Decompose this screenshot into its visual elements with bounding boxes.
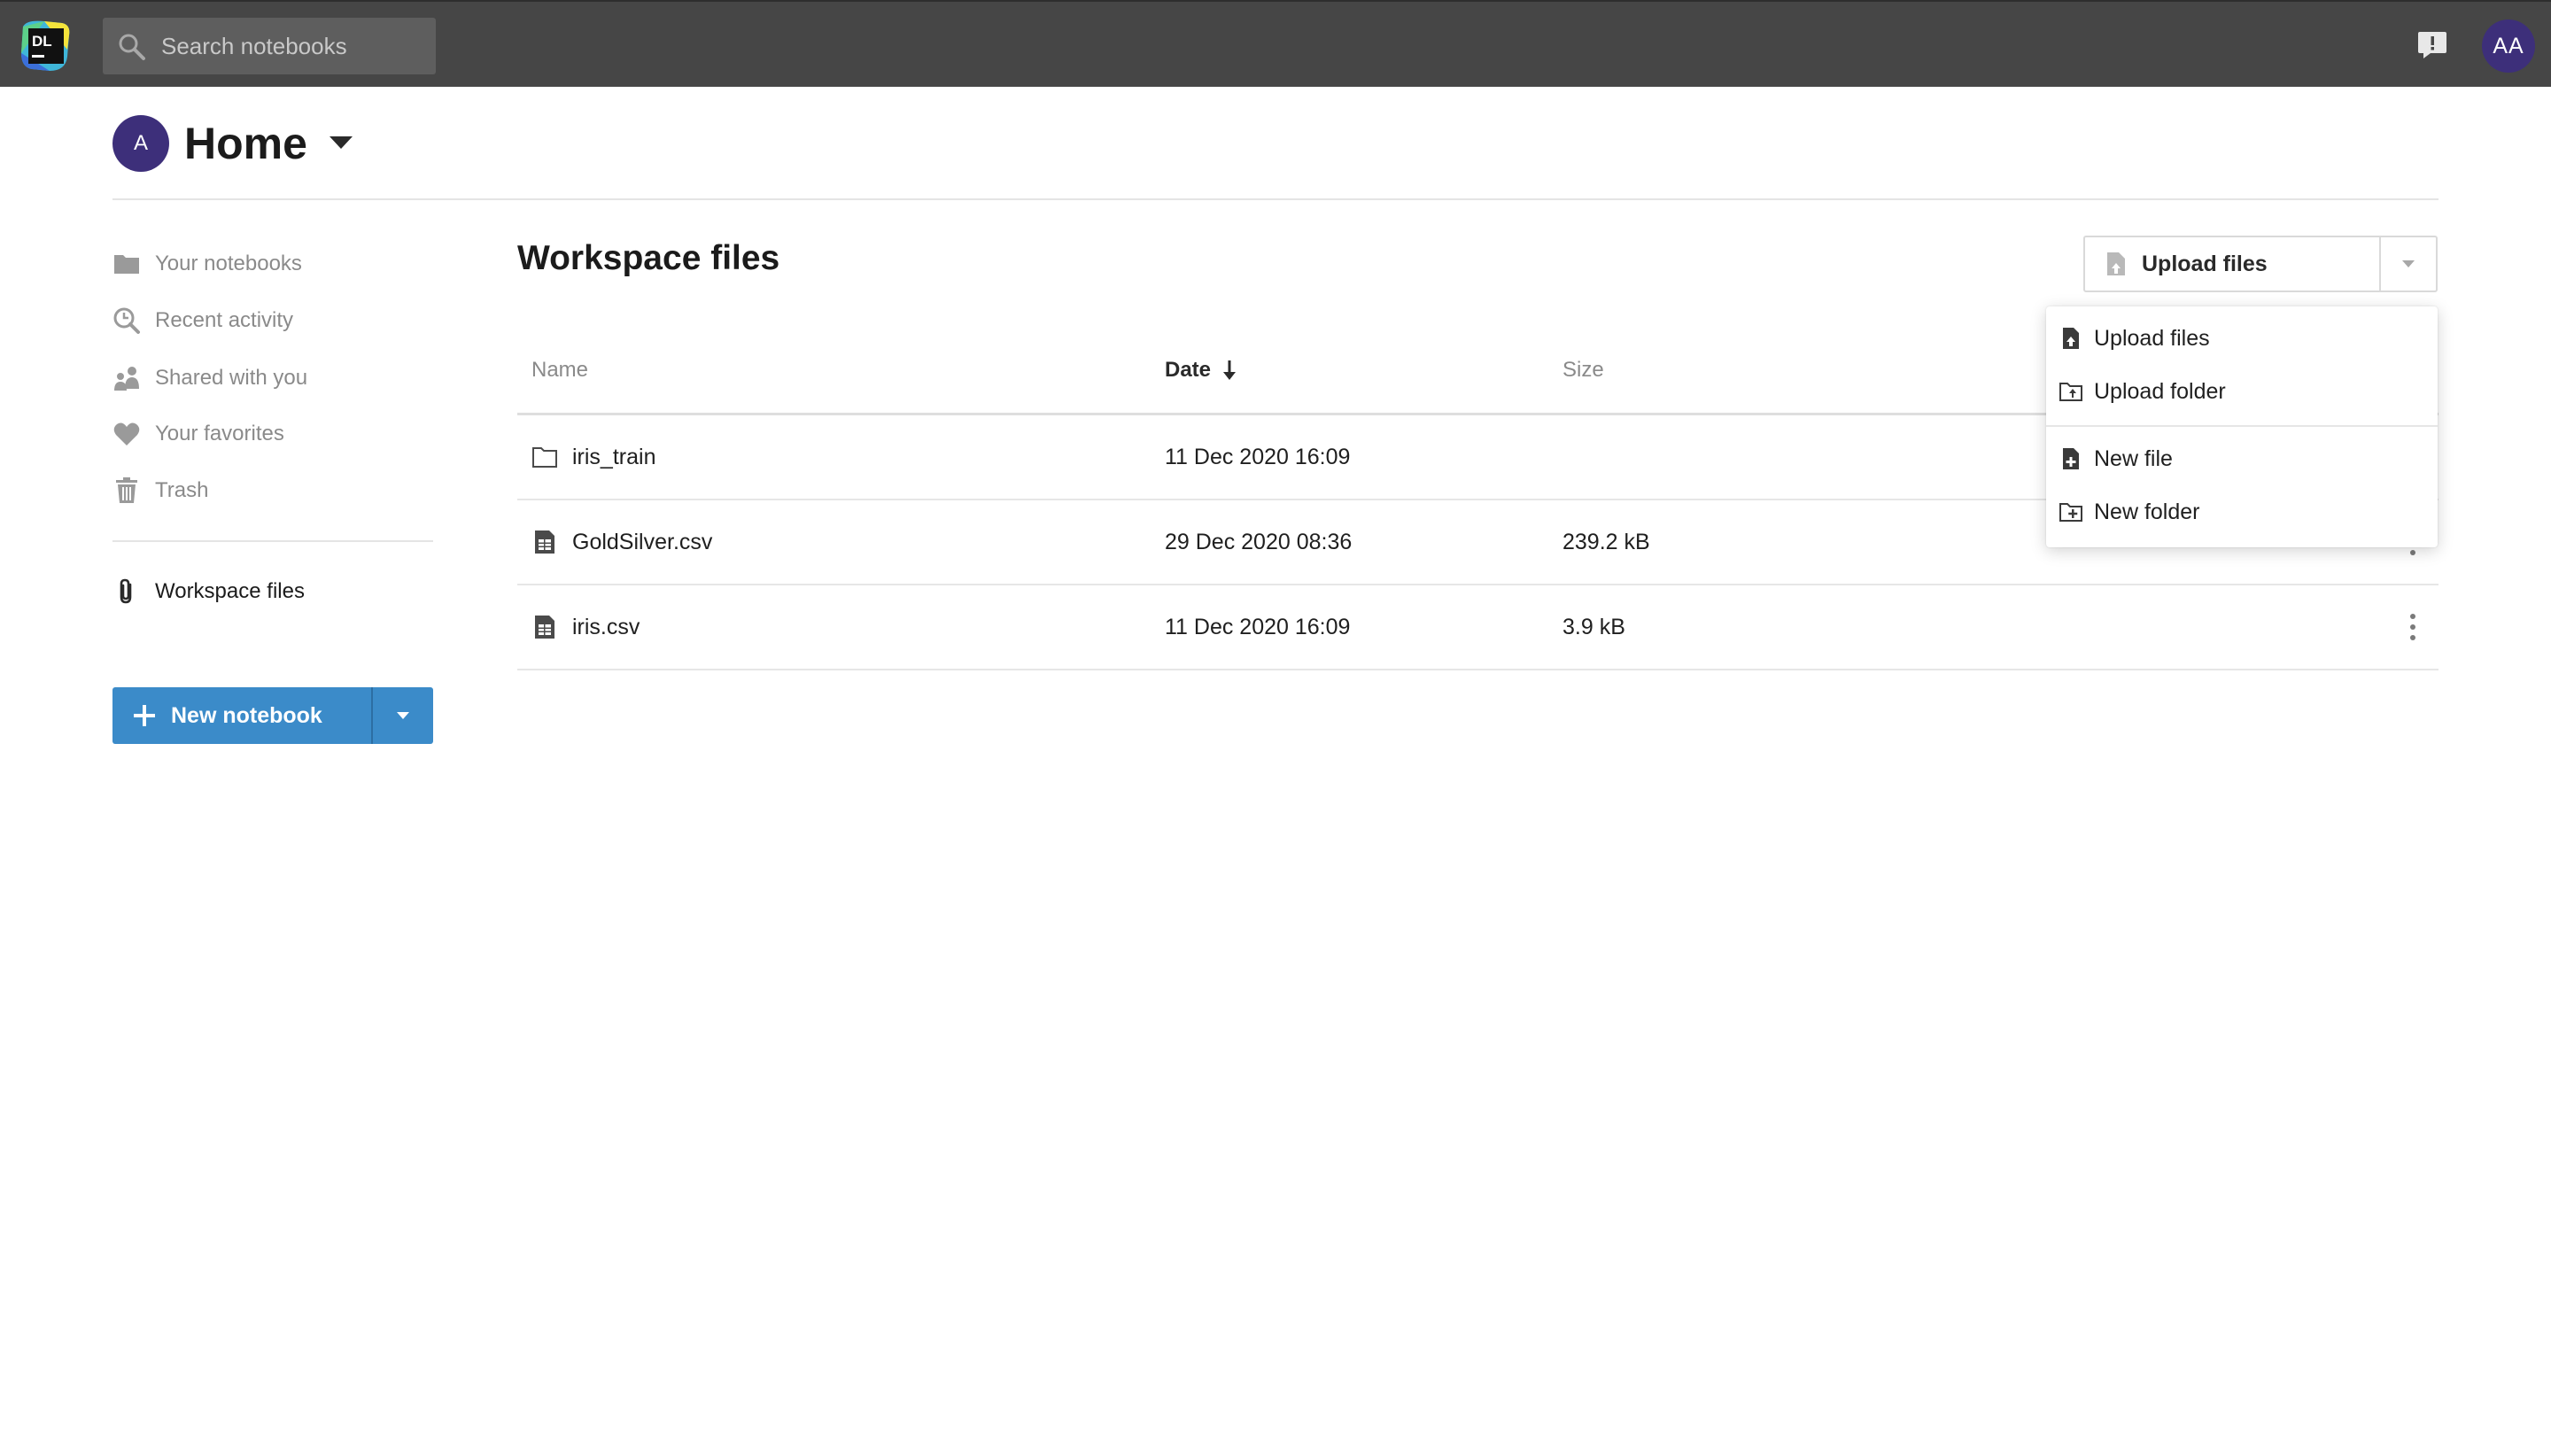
csv-file-icon <box>535 531 554 554</box>
upload-dropdown-button[interactable] <box>2381 237 2436 290</box>
menu-item-label: Upload files <box>2094 325 2210 351</box>
upload-files-button[interactable]: Upload files <box>2085 237 2379 290</box>
upload-file-icon <box>2063 328 2079 349</box>
folder-icon <box>114 255 139 274</box>
file-name: iris_train <box>572 445 656 469</box>
menu-item-label: Upload folder <box>2094 378 2226 404</box>
menu-item-label: New folder <box>2094 499 2200 524</box>
sidebar-item-your-favorites[interactable]: Your favorites <box>112 414 284 453</box>
file-size: 239.2 kB <box>1562 530 1650 554</box>
file-name-cell[interactable]: iris_train <box>531 415 655 499</box>
datalore-logo[interactable]: DL <box>18 18 74 74</box>
table-row[interactable]: iris.csv 11 Dec 2020 16:09 3.9 kB <box>517 585 2439 670</box>
sidebar-item-label: Shared with you <box>155 366 308 390</box>
new-notebook-label: New notebook <box>171 702 322 728</box>
people-icon <box>114 367 139 391</box>
menu-divider <box>2046 425 2438 427</box>
chevron-down-icon[interactable] <box>328 133 354 152</box>
search-input[interactable] <box>161 18 427 74</box>
file-name-cell[interactable]: iris.csv <box>531 585 640 669</box>
sidebar-item-label: Trash <box>155 478 209 502</box>
clock-search-icon <box>113 307 140 334</box>
logo-text: DL <box>32 33 52 50</box>
new-file-icon <box>2063 448 2079 469</box>
more-options-icon[interactable] <box>2399 612 2427 642</box>
sidebar-item-shared-with-you[interactable]: Shared with you <box>112 359 307 398</box>
menu-item-label: New file <box>2094 445 2173 471</box>
trash-icon <box>116 477 137 503</box>
file-size: 3.9 kB <box>1562 615 1625 639</box>
sidebar-item-label: Your favorites <box>155 422 284 445</box>
paperclip-icon <box>120 578 132 604</box>
menu-item-upload-files[interactable]: Upload files <box>2046 314 2438 363</box>
column-header-size[interactable]: Size <box>1562 354 1604 386</box>
header-divider <box>112 198 2439 200</box>
file-name-cell[interactable]: GoldSilver.csv <box>531 500 712 584</box>
file-date: 29 Dec 2020 08:36 <box>1165 530 1353 554</box>
column-header-date-label: Date <box>1165 358 1212 382</box>
search-box[interactable] <box>103 18 436 74</box>
sidebar-item-workspace-files[interactable]: Workspace files <box>112 572 305 611</box>
caret-down-icon <box>397 712 409 719</box>
file-name: iris.csv <box>572 615 640 639</box>
upload-split-button: Upload files <box>2083 236 2438 292</box>
new-notebook-split-button: New notebook <box>112 687 433 744</box>
upload-folder-icon <box>2059 383 2082 401</box>
search-icon <box>119 34 145 60</box>
page-title: Home <box>184 119 307 168</box>
upload-file-icon <box>2107 252 2125 275</box>
caret-down-icon <box>2402 260 2415 267</box>
file-name: GoldSilver.csv <box>572 530 713 554</box>
new-folder-icon <box>2059 503 2082 522</box>
section-title: Workspace files <box>517 239 780 277</box>
sidebar-item-label: Your notebooks <box>155 252 302 275</box>
sidebar-divider <box>112 540 433 542</box>
upload-files-label: Upload files <box>2142 251 2268 276</box>
sidebar-item-label: Workspace files <box>155 579 305 603</box>
menu-item-upload-folder[interactable]: Upload folder <box>2046 367 2438 416</box>
sidebar-item-label: Recent activity <box>155 308 294 332</box>
file-date: 11 Dec 2020 16:09 <box>1165 445 1351 469</box>
new-notebook-button[interactable]: New notebook <box>112 687 371 744</box>
column-header-date[interactable]: Date <box>1165 354 1239 386</box>
user-avatar[interactable]: AA <box>2482 19 2535 73</box>
feedback-icon[interactable] <box>2416 30 2448 60</box>
sidebar-item-trash[interactable]: Trash <box>112 471 208 510</box>
menu-item-new-file[interactable]: New file <box>2046 434 2438 484</box>
folder-outline-icon <box>532 447 557 468</box>
upload-dropdown-menu: Upload files Upload folder New file New … <box>2046 306 2438 547</box>
sidebar-item-your-notebooks[interactable]: Your notebooks <box>112 244 302 283</box>
column-header-name[interactable]: Name <box>531 354 588 386</box>
home-avatar: A <box>112 115 169 172</box>
sidebar-item-recent-activity[interactable]: Recent activity <box>112 301 293 340</box>
new-notebook-dropdown-button[interactable] <box>373 687 433 744</box>
file-date: 11 Dec 2020 16:09 <box>1165 615 1351 639</box>
sort-arrow-down-icon <box>1223 360 1237 380</box>
heart-icon <box>113 422 140 445</box>
plus-icon <box>134 705 155 726</box>
menu-item-new-folder[interactable]: New folder <box>2046 487 2438 537</box>
top-bar: DL AA <box>0 0 2551 87</box>
csv-file-icon <box>535 616 554 639</box>
